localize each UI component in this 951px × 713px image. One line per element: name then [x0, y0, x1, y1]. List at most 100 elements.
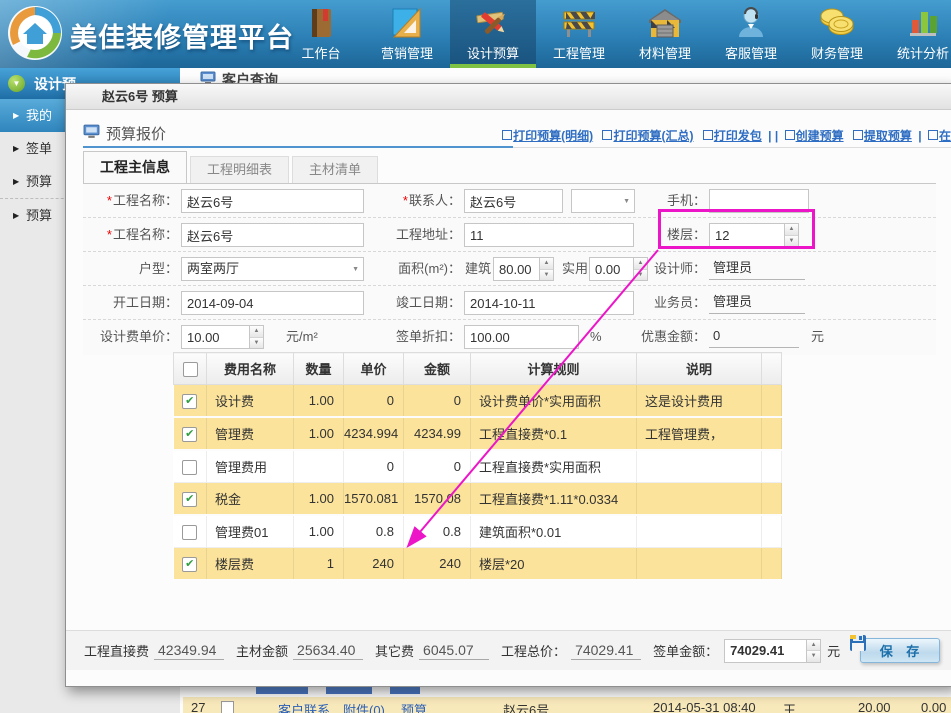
- contact-input[interactable]: [464, 189, 563, 213]
- print-budget-summary-link[interactable]: 打印预算(汇总): [602, 129, 693, 143]
- nav-item-materials[interactable]: 材料管理: [622, 0, 708, 68]
- start-date-label: 开工日期：: [83, 286, 178, 320]
- preferential-label: 优惠金额：: [631, 320, 706, 354]
- col-price: 单价: [344, 353, 404, 385]
- collapse-circle-icon[interactable]: ▼: [8, 75, 25, 92]
- fee-table: 费用名称 数量 单价 金额 计算规则 说明 ✔ 设计费 1.00 0 0 设计费…: [173, 352, 782, 581]
- step-down-icon[interactable]: ▼: [785, 236, 798, 247]
- row-checkbox-checked[interactable]: ✔: [182, 492, 197, 507]
- row-seq: 27: [191, 700, 205, 713]
- total-label: 工程总价：: [501, 641, 566, 660]
- nav-item-design-budget[interactable]: 设计预算: [450, 0, 536, 68]
- nav-item-finance[interactable]: 财务管理: [794, 0, 880, 68]
- col-note: 说明: [637, 353, 762, 385]
- step-up-icon[interactable]: ▲: [540, 258, 553, 270]
- square-icon: [602, 130, 612, 140]
- tab-bar: 工程主信息 工程明细表 主材清单: [83, 152, 381, 183]
- sign-amount-input[interactable]: [724, 639, 806, 663]
- total-value: 74029.41: [571, 642, 641, 660]
- finish-date-label: 竣工日期：: [338, 286, 461, 320]
- agent-person-icon: [735, 0, 767, 40]
- nav-item-customer-service[interactable]: 客服管理: [708, 0, 794, 68]
- step-down-icon[interactable]: ▼: [540, 270, 553, 281]
- discount-input[interactable]: [464, 325, 579, 349]
- project-name-input[interactable]: [181, 189, 364, 213]
- discount-unit: %: [590, 320, 602, 354]
- fee-row-management[interactable]: ✔ 管理费 1.00 4234.994 4234.99 工程直接费*0.1 工程…: [174, 417, 782, 450]
- row-checkbox[interactable]: [221, 701, 234, 713]
- step-down-icon[interactable]: ▼: [250, 338, 263, 349]
- form-row: 设计费单价： ▲▼ 元/m² 签单折扣： % 优惠金额： 0 元: [83, 320, 936, 354]
- step-up-icon[interactable]: ▲: [807, 640, 820, 652]
- built-area-sublabel: 建筑: [465, 252, 491, 286]
- step-up-icon[interactable]: ▲: [250, 326, 263, 338]
- row-time: 2014-05-31 08:40: [653, 700, 756, 713]
- direct-fee-value: 42349.94: [154, 642, 224, 660]
- fee-row-management-fee[interactable]: 管理费用 0 0 工程直接费*实用面积: [174, 450, 782, 483]
- app-title: 美佳装修管理平台: [70, 16, 294, 55]
- nav-item-workbench[interactable]: 工作台: [278, 0, 364, 68]
- section-underline-light: [513, 147, 951, 148]
- col-qty: 数量: [294, 353, 344, 385]
- project-name2-input[interactable]: [181, 223, 364, 247]
- fee-row-floor[interactable]: ✔ 楼层费 1 240 240 楼层*20: [174, 548, 782, 581]
- nav-label: 营销管理: [381, 43, 433, 62]
- row-link[interactable]: 附件(0): [343, 700, 385, 713]
- monitor-icon: [83, 124, 100, 144]
- row-link[interactable]: 客户联系: [278, 700, 330, 713]
- fee-row-tax[interactable]: ✔ 税金 1.00 1570.081 1570.08 工程直接费*1.11*0.…: [174, 483, 782, 516]
- nav-item-statistics[interactable]: 统计分析: [880, 0, 951, 68]
- save-button[interactable]: 保 存: [860, 638, 940, 663]
- sidebar-item-label: 预算: [26, 208, 52, 223]
- address-input[interactable]: [464, 223, 634, 247]
- design-fee-input[interactable]: [181, 325, 249, 349]
- dropdown-arrow-icon: ▼: [623, 191, 630, 213]
- tab-main-info[interactable]: 工程主信息: [83, 151, 187, 183]
- print-budget-detail-link[interactable]: 打印预算(明细): [502, 129, 593, 143]
- row-link[interactable]: 预算: [401, 700, 427, 713]
- floor-stepper: ▲▼: [709, 223, 799, 247]
- pencil-brush-icon: [474, 0, 512, 40]
- step-down-icon[interactable]: ▼: [807, 651, 820, 662]
- fee-row-design[interactable]: ✔ 设计费 1.00 0 0 设计费单价*实用面积 这是设计费用: [174, 385, 782, 418]
- designer-label: 设计师：: [631, 252, 706, 286]
- other-fee-label: 其它费: [375, 641, 414, 660]
- tab-detail-list[interactable]: 工程明细表: [190, 156, 289, 183]
- budget-dialog: 赵云6号 预算 预算报价 打印预算(明细) 打印预算(汇总) 打印发包 | | …: [65, 83, 951, 687]
- main-info-form: *工程名称： *联系人： ▼ 手机： *工程名称： 工程地址： 楼层： ▲▼: [83, 183, 936, 355]
- sign-amount-label: 签单金额：: [653, 641, 718, 660]
- print-contract-link[interactable]: 打印发包: [703, 129, 762, 143]
- select-all-checkbox[interactable]: [183, 362, 198, 377]
- row-checkbox-unchecked[interactable]: [182, 460, 197, 475]
- fee-table-header: 费用名称 数量 单价 金额 计算规则 说明: [174, 353, 782, 385]
- square-icon: [703, 130, 713, 140]
- mobile-input[interactable]: [709, 189, 809, 213]
- sign-amount-stepper: ▲▼: [724, 639, 821, 663]
- nav-item-engineering[interactable]: 工程管理: [536, 0, 622, 68]
- built-area-input[interactable]: [493, 257, 539, 281]
- start-date-input[interactable]: [181, 291, 364, 315]
- extract-budget-link[interactable]: 提取预算: [853, 129, 912, 143]
- row-checkbox-checked[interactable]: ✔: [182, 557, 197, 572]
- design-fee-unit: 元/m²: [286, 320, 318, 354]
- tab-material-list[interactable]: 主材清单: [292, 156, 378, 183]
- nav-item-marketing[interactable]: 营销管理: [364, 0, 450, 68]
- house-type-select[interactable]: 两室两厅▼: [181, 257, 364, 281]
- row-checkbox-unchecked[interactable]: [182, 525, 197, 540]
- contact-select[interactable]: ▼: [571, 189, 635, 213]
- usable-area-input[interactable]: [589, 257, 633, 281]
- sidebar-item-label: 预算: [26, 174, 52, 189]
- form-row: *工程名称： *联系人： ▼ 手机：: [83, 184, 936, 218]
- row-checkbox-checked[interactable]: ✔: [182, 427, 197, 442]
- tri-right-icon: ▶: [13, 99, 19, 132]
- house-type-label: 户型：: [83, 252, 178, 286]
- create-budget-link[interactable]: 创建预算: [785, 129, 844, 143]
- step-up-icon[interactable]: ▲: [785, 224, 798, 236]
- fee-row-management01[interactable]: 管理费01 1.00 0.8 0.8 建筑面积*0.01: [174, 515, 782, 548]
- finish-date-input[interactable]: [464, 291, 634, 315]
- dialog-title-bar[interactable]: 赵云6号 预算: [66, 84, 951, 110]
- design-fee-stepper: ▲▼: [181, 325, 264, 349]
- clipped-link[interactable]: 在: [928, 129, 951, 143]
- floor-input[interactable]: [709, 223, 784, 247]
- row-checkbox-checked[interactable]: ✔: [182, 394, 197, 409]
